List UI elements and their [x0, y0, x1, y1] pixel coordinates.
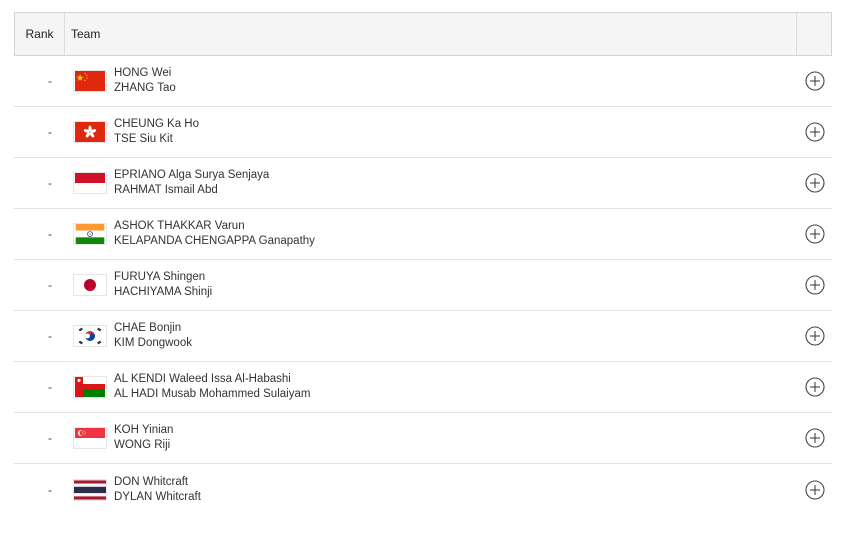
table-row: - AL KENDI Waleed Issa Al-Habashi AL HAD… — [14, 362, 832, 413]
team-names: KOH Yinian WONG Riji — [114, 423, 797, 453]
rank-value: - — [48, 380, 52, 394]
plus-circle-icon — [804, 224, 825, 244]
table-row: - EPRIANO Alga Surya Senjaya RAHMAT Isma… — [14, 158, 832, 209]
thailand-flag-icon — [74, 479, 106, 500]
player-name: TSE Siu Kit — [114, 133, 173, 145]
team-names: FURUYA Shingen HACHIYAMA Shinji — [114, 270, 797, 300]
plus-circle-icon — [804, 173, 825, 193]
table-row: - DON Whitcraft DYLAN Whitcraft — [14, 464, 832, 515]
plus-circle-icon — [804, 428, 825, 448]
rank-value: - — [48, 329, 52, 343]
player-name: KOH Yinian — [114, 424, 174, 436]
rank-value: - — [48, 431, 52, 445]
player-name: EPRIANO Alga Surya Senjaya — [114, 169, 270, 181]
plus-circle-icon — [804, 479, 825, 500]
player-name: RAHMAT Ismail Abd — [114, 184, 218, 196]
player-name: CHEUNG Ka Ho — [114, 118, 199, 130]
plus-circle-icon — [804, 326, 825, 346]
expand-row-button[interactable] — [797, 71, 832, 91]
expand-row-button[interactable] — [797, 173, 832, 193]
rank-value: - — [48, 278, 52, 292]
team-names: CHEUNG Ka Ho TSE Siu Kit — [114, 117, 797, 147]
expand-row-button[interactable] — [797, 122, 832, 142]
table-header: Rank Team — [14, 12, 832, 56]
expand-row-button[interactable] — [797, 224, 832, 244]
expand-row-button[interactable] — [797, 428, 832, 448]
singapore-flag-icon — [74, 428, 106, 448]
player-name: ASHOK THAKKAR Varun — [114, 220, 245, 232]
player-name: KELAPANDA CHENGAPPA Ganapathy — [114, 235, 315, 247]
plus-circle-icon — [804, 71, 825, 91]
player-name: WONG Riji — [114, 439, 171, 451]
player-name: DYLAN Whitcraft — [114, 490, 201, 503]
player-name: HACHIYAMA Shinji — [114, 286, 213, 298]
team-names: CHAE Bonjin KIM Dongwook — [114, 321, 797, 351]
team-names: ASHOK THAKKAR Varun KELAPANDA CHENGAPPA … — [114, 219, 797, 249]
table-row: - HONG Wei ZHANG Tao — [14, 56, 832, 107]
hong-kong-flag-icon — [74, 122, 106, 142]
table-row: - ASHOK THAKKAR Varun KELAPANDA CHENGAPP… — [14, 209, 832, 260]
south-korea-flag-icon — [74, 326, 106, 346]
plus-circle-icon — [804, 122, 825, 142]
team-names: DON Whitcraft DYLAN Whitcraft — [114, 475, 797, 505]
oman-flag-icon — [74, 377, 106, 397]
table-row: - CHAE Bonjin KIM Dongwook — [14, 311, 832, 362]
japan-flag-icon — [74, 275, 106, 295]
team-names: HONG Wei ZHANG Tao — [114, 66, 797, 96]
rank-column-header: Rank — [15, 13, 65, 55]
china-flag-icon — [74, 71, 106, 91]
team-names: AL KENDI Waleed Issa Al-Habashi AL HADI … — [114, 372, 797, 402]
expand-row-button[interactable] — [797, 326, 832, 346]
player-name: KIM Dongwook — [114, 337, 192, 349]
plus-circle-icon — [804, 275, 825, 295]
player-name: AL KENDI Waleed Issa Al-Habashi — [114, 373, 291, 385]
table-row: - FURUYA Shingen HACHIYAMA Shinji — [14, 260, 832, 311]
player-name: FURUYA Shingen — [114, 271, 206, 283]
table-row: - CHEUNG Ka Ho TSE Siu Kit — [14, 107, 832, 158]
team-names: EPRIANO Alga Surya Senjaya RAHMAT Ismail… — [114, 168, 797, 198]
player-name: HONG Wei — [114, 67, 172, 79]
rank-value: - — [48, 74, 52, 88]
india-flag-icon — [74, 224, 106, 244]
results-table: Rank Team - HONG Wei ZHANG Tao - CHEUNG … — [14, 12, 832, 515]
table-row: - KOH Yinian WONG Riji — [14, 413, 832, 464]
player-name: AL HADI Musab Mohammed Sulaiyam — [114, 388, 311, 400]
expand-row-button[interactable] — [797, 275, 832, 295]
team-column-header: Team — [71, 27, 101, 41]
plus-circle-icon — [804, 377, 825, 397]
indonesia-flag-icon — [74, 173, 106, 193]
rank-value: - — [48, 176, 52, 190]
rank-value: - — [48, 125, 52, 139]
action-column-header — [796, 13, 831, 55]
expand-row-button[interactable] — [797, 377, 832, 397]
rank-value: - — [48, 482, 52, 497]
player-name: ZHANG Tao — [114, 82, 176, 94]
player-name: CHAE Bonjin — [114, 322, 182, 334]
rank-value: - — [48, 227, 52, 241]
expand-row-button[interactable] — [797, 479, 832, 500]
player-name: DON Whitcraft — [114, 475, 189, 488]
